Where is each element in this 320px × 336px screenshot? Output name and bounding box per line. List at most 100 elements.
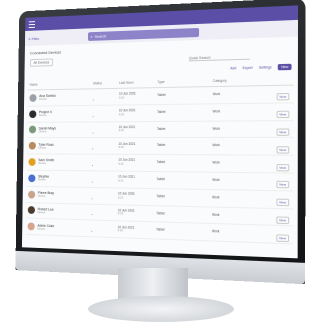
row-category: Work — [212, 92, 221, 97]
row-time: 9:23 — [118, 128, 124, 133]
row-subtitle: Device — [38, 145, 47, 150]
export-action[interactable]: Export — [242, 66, 252, 70]
last-seen-cell: 10 Jun 2021 9:23 — [119, 92, 157, 100]
status-badge: • — [92, 147, 94, 152]
search-box[interactable]: ⌕ Search — [87, 27, 199, 41]
action-cell: View — [264, 137, 294, 156]
row-category: Work — [211, 229, 220, 234]
status-cell: • — [92, 187, 118, 205]
avatar — [28, 174, 36, 183]
last-seen-cell: 10 Jun 2021 9:23 — [117, 208, 157, 217]
avatar — [28, 142, 36, 150]
row-view-button[interactable]: View — [276, 93, 290, 101]
settings-action[interactable]: Settings — [259, 65, 272, 69]
name-cell: Pierre Bray Device — [26, 190, 91, 199]
action-cell: View — [264, 225, 294, 245]
row-time: 9:23 — [117, 195, 124, 200]
row-category: Work — [212, 212, 220, 217]
row-view-button[interactable]: View — [275, 198, 290, 207]
status-cell: • — [92, 137, 118, 155]
row-category: Work — [212, 143, 220, 148]
quick-search-input[interactable]: Quick Search — [188, 54, 250, 61]
avatar — [28, 158, 36, 166]
last-seen-cell: 10 Jun 2021 9:23 — [118, 142, 156, 150]
row-view-button[interactable]: View — [275, 163, 290, 172]
row-type: Tablet — [157, 93, 166, 98]
action-cell: View — [264, 190, 294, 209]
row-view-button[interactable]: View — [276, 146, 290, 154]
row-type: Tablet — [156, 160, 166, 165]
status-badge: • — [92, 130, 94, 135]
header-type[interactable]: Type — [157, 79, 212, 84]
row-type: Tablet — [156, 210, 165, 216]
row-view-button[interactable]: View — [276, 128, 290, 136]
add-action[interactable]: Add — [230, 66, 236, 70]
row-time: 9:23 — [118, 95, 125, 100]
row-category: Work — [212, 160, 220, 165]
last-seen-cell: 10 Jun 2021 9:23 — [117, 225, 157, 234]
name-cell: Adele Coke Device — [26, 222, 92, 233]
action-cell: View — [264, 155, 294, 174]
avatar — [28, 190, 36, 199]
header-last-seen[interactable]: Last Seen — [119, 80, 157, 85]
breadcrumb[interactable]: ≡ Files — [29, 36, 40, 41]
monitor-stand-base — [88, 296, 234, 322]
row-time: 9:23 — [117, 211, 124, 216]
header-status[interactable]: Status — [93, 81, 119, 85]
row-view-button[interactable]: View — [276, 110, 290, 119]
search-icon: ⌕ — [90, 33, 93, 39]
table-body: Ana Santos Device • 10 Jun 2021 9:23 Tab… — [25, 84, 294, 245]
status-cell: • — [92, 121, 118, 139]
status-badge: • — [91, 196, 93, 201]
action-cell: View — [264, 120, 294, 139]
name-cell: Tyler Ross Device — [27, 142, 92, 150]
filter-dropdown[interactable]: All Devices — [29, 58, 53, 67]
row-category: Work — [212, 109, 221, 114]
status-cell: • — [93, 88, 119, 106]
status-badge: • — [92, 163, 94, 168]
monitor-bezel: ≡ Files ⌕ Search Connected Devices All D… — [15, 0, 306, 285]
row-view-button[interactable]: View — [275, 234, 290, 242]
screen: ≡ Files ⌕ Search Connected Devices All D… — [21, 5, 299, 259]
row-view-button[interactable]: View — [275, 216, 290, 225]
avatar — [27, 206, 36, 215]
name-cell: Project X Device — [27, 109, 92, 118]
action-cell: View — [264, 84, 294, 103]
avatar — [27, 222, 35, 231]
row-type: Tablet — [156, 143, 166, 148]
header-name[interactable]: Name — [28, 82, 93, 87]
table-row[interactable]: Sarah Mays Device • 10 Jun 2021 9:23 Tab… — [27, 120, 294, 139]
status-badge: • — [91, 229, 93, 234]
name-cell: Sam Smith Device — [27, 158, 92, 166]
new-button[interactable]: New — [277, 63, 292, 71]
row-time: 9:23 — [118, 112, 124, 117]
last-seen-cell: 10 Jun 2021 9:23 — [118, 158, 156, 166]
action-cell: View — [264, 172, 294, 191]
row-subtitle: Device — [38, 177, 46, 182]
row-type: Tablet — [156, 194, 165, 199]
row-time: 9:23 — [118, 178, 124, 183]
status-cell: • — [92, 154, 118, 172]
row-view-button[interactable]: View — [275, 181, 290, 189]
status-badge: • — [92, 97, 94, 102]
header-actions — [264, 79, 294, 80]
row-type: Tablet — [156, 126, 166, 131]
row-time: 9:23 — [118, 161, 124, 166]
name-cell: Stephie Device — [26, 174, 91, 183]
header-category[interactable]: Category — [213, 78, 264, 83]
row-subtitle: Device — [37, 226, 46, 231]
row-subtitle: Device — [38, 129, 47, 134]
search-label: Search — [94, 33, 107, 39]
row-subtitle: Device — [38, 113, 47, 118]
row-time: 9:23 — [117, 228, 123, 233]
row-category: Work — [212, 126, 221, 131]
last-seen-cell: 10 Jun 2021 9:23 — [117, 192, 157, 201]
avatar — [29, 94, 37, 102]
table-row[interactable]: Project X Device • 10 Jun 2021 9:23 Tabl… — [27, 103, 294, 123]
name-cell: Ana Santos Device — [28, 93, 93, 102]
last-seen-cell: 10 Jun 2021 9:23 — [118, 175, 156, 184]
row-type: Tablet — [156, 227, 165, 233]
table-row[interactable]: Tyler Ross Device • 10 Jun 2021 9:23 Tab… — [26, 137, 294, 156]
row-subtitle: Device — [39, 97, 47, 101]
menu-icon[interactable] — [28, 20, 35, 28]
